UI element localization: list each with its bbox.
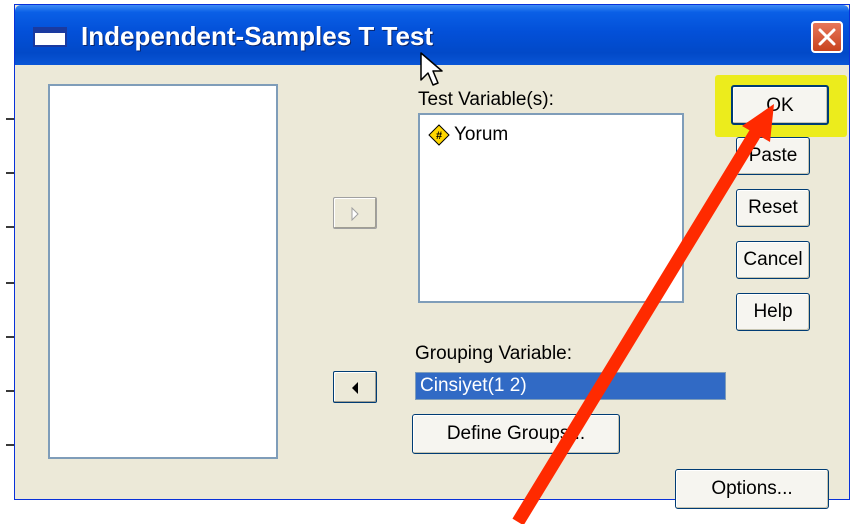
arrow-left-icon [352,382,358,394]
background-tick [6,118,14,120]
options-button[interactable]: Options... [675,469,829,509]
move-to-test-variables-button[interactable] [333,197,377,229]
svg-text:#: # [436,130,442,142]
grouping-variable-field[interactable]: Cinsiyet(1 2) [415,372,726,400]
test-variables-list[interactable]: # Yorum [418,113,684,303]
ok-label: OK [766,95,794,116]
window-icon [33,27,67,47]
cancel-label: Cancel [743,249,803,270]
background-tick [6,226,14,228]
background-tick [6,390,14,392]
test-variables-label: Test Variable(s): [418,89,554,110]
paste-button[interactable]: Paste [736,137,810,175]
background-tick [6,172,14,174]
arrow-right-icon [351,207,359,221]
ok-button[interactable]: OK [731,85,829,125]
help-label: Help [753,301,793,322]
reset-button[interactable]: Reset [736,189,810,227]
options-label: Options... [711,478,793,499]
move-grouping-variable-button[interactable] [333,371,377,403]
grouping-variable-label: Grouping Variable: [415,343,573,364]
grouping-variable-value: Cinsiyet(1 2) [420,375,527,396]
paste-label: Paste [748,145,798,166]
background-tick [6,336,14,338]
help-button[interactable]: Help [736,293,810,331]
scale-variable-icon: # [428,124,450,146]
source-variable-list[interactable] [48,84,278,459]
mouse-cursor-icon [420,52,443,86]
cancel-button[interactable]: Cancel [736,241,810,279]
close-button[interactable] [811,21,843,53]
test-variable-name: Yorum [454,124,509,145]
define-groups-label: Define Groups... [446,423,586,444]
background-tick [6,282,14,284]
close-icon [818,28,836,46]
reset-label: Reset [748,197,798,218]
window-title: Independent-Samples T Test [81,21,434,51]
define-groups-button[interactable]: Define Groups... [412,414,620,454]
background-tick [6,444,14,446]
list-item[interactable]: # Yorum [428,123,508,147]
